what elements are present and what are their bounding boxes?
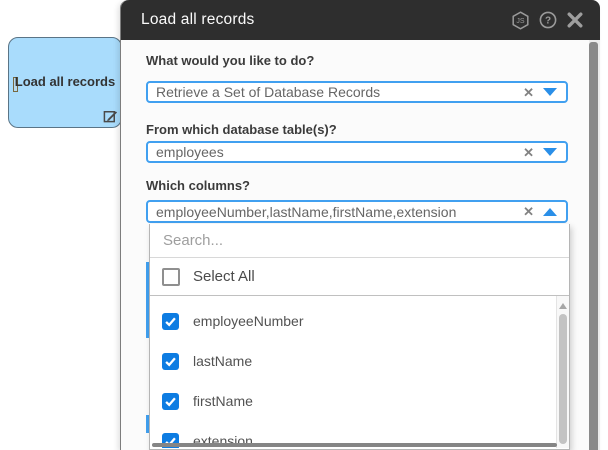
select-all-row[interactable]: Select All	[150, 258, 569, 296]
columns-multiselect-value[interactable]: employeeNumber,lastName,firstName,extens…	[148, 204, 517, 220]
field-label-table: From which database table(s)?	[146, 122, 337, 137]
panel-scrollbar[interactable]	[589, 40, 600, 450]
panel-scrollbar-thumb[interactable]	[589, 42, 598, 450]
checked-checkbox[interactable]	[162, 352, 179, 370]
list-scrollbar[interactable]	[556, 296, 569, 448]
clear-icon[interactable]: ✕	[517, 86, 543, 99]
clear-icon[interactable]: ✕	[517, 146, 543, 159]
flow-node-load-all-records[interactable]: Load all records	[8, 37, 122, 128]
node-label: Load all records	[14, 74, 116, 89]
columns-dropdown-popup: Select All employeeNumber lastName	[149, 224, 570, 450]
select-all-label: Select All	[193, 268, 255, 285]
action-select-value[interactable]: Retrieve a Set of Database Records	[148, 84, 517, 100]
search-row	[150, 224, 569, 258]
field-label-columns: Which columns?	[146, 178, 250, 193]
svg-text:?: ?	[545, 16, 551, 27]
checked-checkbox[interactable]	[162, 312, 179, 330]
close-icon[interactable]	[566, 11, 584, 29]
table-select[interactable]: employees ✕	[146, 141, 568, 163]
list-item[interactable]: employeeNumber	[150, 301, 569, 341]
chevron-up-icon[interactable]	[543, 207, 557, 216]
flow-editor-canvas: Load all records Load all records JS ? W…	[0, 0, 608, 450]
js-code-icon[interactable]: JS	[511, 10, 530, 30]
scroll-up-arrow-icon[interactable]	[559, 303, 567, 309]
property-panel: Load all records JS ? What would you lik…	[120, 0, 600, 450]
list-scrollbar-thumb[interactable]	[559, 314, 567, 444]
list-item[interactable]: firstName	[150, 381, 569, 421]
action-select[interactable]: Retrieve a Set of Database Records ✕	[146, 81, 568, 103]
option-label: lastName	[193, 353, 253, 369]
field-label-action: What would you like to do?	[146, 53, 315, 68]
checked-checkbox[interactable]	[162, 392, 179, 410]
horizontal-scrollbar-thumb[interactable]	[152, 443, 557, 447]
options-list: employeeNumber lastName firstName extens…	[150, 296, 569, 448]
chevron-down-icon[interactable]	[543, 88, 557, 96]
table-select-value[interactable]: employees	[148, 144, 517, 160]
edit-pencil-icon[interactable]	[103, 108, 118, 123]
chevron-down-icon[interactable]	[543, 148, 557, 156]
list-item[interactable]: lastName	[150, 341, 569, 381]
panel-header: Load all records JS ?	[121, 0, 600, 40]
search-input[interactable]	[150, 224, 569, 257]
svg-text:JS: JS	[516, 18, 525, 25]
clear-icon[interactable]: ✕	[517, 205, 543, 218]
select-all-checkbox[interactable]	[162, 267, 180, 286]
help-icon[interactable]: ?	[539, 11, 557, 29]
columns-multiselect[interactable]: employeeNumber,lastName,firstName,extens…	[146, 200, 568, 223]
option-label: firstName	[193, 393, 253, 409]
option-label: employeeNumber	[193, 313, 304, 329]
panel-title: Load all records	[141, 11, 255, 28]
